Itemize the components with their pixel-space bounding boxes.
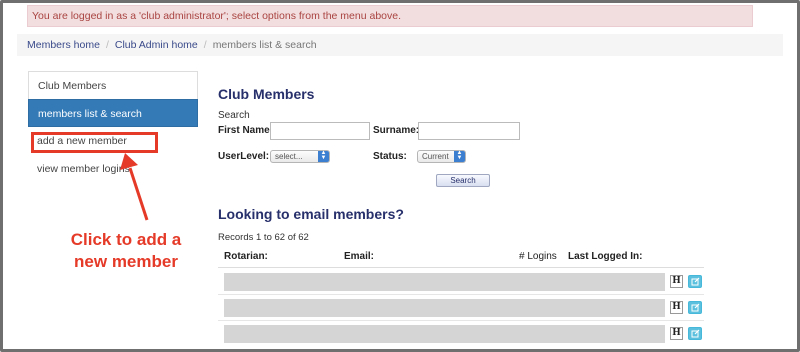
side-navigation: Club Members members list & search add a… — [28, 71, 198, 183]
redacted-row-content — [224, 273, 665, 291]
select-arrows-icon: ▲ ▼ — [454, 150, 465, 162]
breadcrumb-members-home[interactable]: Members home — [27, 39, 100, 51]
column-header-rotarian: Rotarian: — [224, 251, 268, 262]
search-section-label: Search — [218, 110, 250, 121]
userlevel-select[interactable]: select... ▲ ▼ — [270, 150, 330, 163]
breadcrumb-current: members list & search — [212, 39, 317, 51]
redacted-row-content — [224, 299, 665, 317]
edit-button[interactable] — [688, 275, 702, 288]
h-button[interactable]: H — [670, 301, 683, 314]
first-name-label: First Name: — [218, 125, 274, 136]
table-header-divider — [218, 267, 704, 268]
callout-line-2: new member — [74, 252, 178, 271]
edit-button[interactable] — [688, 301, 702, 314]
row-divider — [218, 294, 704, 295]
select-arrows-icon: ▲ ▼ — [318, 150, 329, 162]
redacted-row-content — [224, 325, 665, 343]
h-button[interactable]: H — [670, 327, 683, 340]
column-header-email: Email: — [344, 251, 375, 262]
row-divider — [218, 320, 704, 321]
surname-label: Surname: — [373, 125, 420, 136]
email-members-heading: Looking to email members? — [218, 206, 404, 222]
status-label: Status: — [373, 151, 407, 162]
login-alert: You are logged in as a 'club administrat… — [27, 5, 753, 27]
page-title: Club Members — [218, 86, 315, 102]
add-member-highlight-box — [31, 132, 158, 153]
surname-input[interactable] — [418, 122, 520, 140]
userlevel-select-value: select... — [275, 152, 303, 161]
search-button[interactable]: Search — [436, 174, 490, 187]
column-header-logins: # Logins — [519, 251, 557, 262]
breadcrumb: Members home / Club Admin home / members lis… — [17, 34, 783, 56]
edit-icon — [691, 329, 699, 338]
first-name-input[interactable] — [270, 122, 370, 140]
edit-icon — [691, 277, 699, 286]
edit-icon — [691, 303, 699, 312]
edit-button[interactable] — [688, 327, 702, 340]
records-count: Records 1 to 62 of 62 — [218, 232, 309, 243]
breadcrumb-separator: / — [105, 39, 109, 51]
userlevel-label: UserLevel: — [218, 151, 270, 162]
status-select-value: Current — [422, 152, 449, 161]
sidebar-item-view-member-logins[interactable]: view member logins — [28, 155, 198, 183]
column-header-last-logged-in: Last Logged In: — [568, 251, 643, 262]
sidebar-item-members-list-search[interactable]: members list & search — [28, 99, 198, 127]
callout-text: Click to add a new member — [61, 229, 191, 273]
callout-line-1: Click to add a — [70, 230, 182, 249]
breadcrumb-club-admin-home[interactable]: Club Admin home — [115, 39, 198, 51]
h-button[interactable]: H — [670, 275, 683, 288]
status-select[interactable]: Current ▲ ▼ — [417, 150, 466, 163]
sidebar-item-club-members[interactable]: Club Members — [28, 71, 198, 99]
breadcrumb-separator: / — [203, 39, 207, 51]
